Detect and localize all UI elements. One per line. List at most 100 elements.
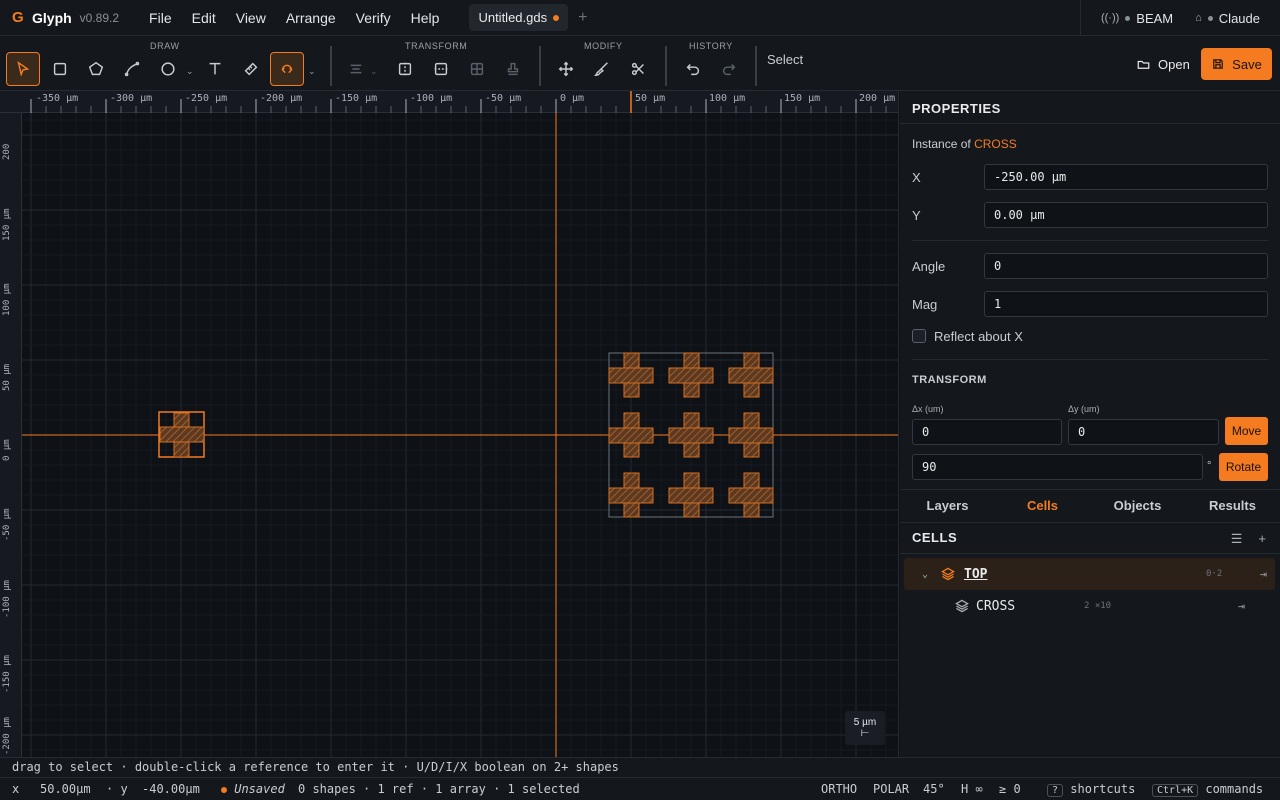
mag-label: Mag [912, 297, 938, 312]
flip-vertical-button[interactable] [424, 52, 458, 86]
ruler-tick-label: -150 µm [2, 655, 12, 693]
cut-tool-button[interactable] [621, 52, 655, 86]
h-setting[interactable]: H ∞ [961, 782, 983, 796]
select-tool-button[interactable] [6, 52, 40, 86]
cursor-x-label: x [12, 782, 20, 796]
file-tab[interactable]: Untitled.gds [469, 4, 569, 31]
paint-tool-button[interactable] [585, 52, 619, 86]
save-button[interactable]: Save [1201, 48, 1272, 80]
canvas-drawing[interactable] [0, 91, 899, 757]
stamp-tool-button[interactable] [496, 52, 530, 86]
grid-icon [470, 62, 484, 76]
rectangle-icon [53, 62, 67, 76]
dy-field[interactable]: 0 [1068, 419, 1219, 445]
text-tool-button[interactable] [198, 52, 232, 86]
flip-vertical-icon [434, 62, 448, 76]
divider [900, 553, 1280, 554]
cell-row-cross[interactable]: CROSS 2 ×10 ⇥ [904, 590, 1275, 622]
shortcuts-hint[interactable]: ? shortcuts [1047, 782, 1135, 797]
enter-cell-icon[interactable]: ⇥ [1238, 599, 1245, 613]
layout-canvas[interactable]: -350 µm -300 µm -250 µm -200 µm -150 µm … [0, 91, 899, 757]
enter-cell-icon[interactable]: ⇥ [1260, 567, 1267, 581]
path-tool-button[interactable] [115, 52, 149, 86]
broadcast-icon: ((·)) [1100, 12, 1120, 24]
angle-field[interactable]: 0 [984, 253, 1268, 279]
array-tool-button[interactable] [460, 52, 494, 86]
chevron-down-icon[interactable]: ⌄ [308, 66, 316, 77]
claude-status[interactable]: ⌂ Claude [1195, 11, 1260, 26]
chevron-down-icon[interactable]: ⌄ [186, 66, 194, 77]
ortho-toggle[interactable]: ORTHO [821, 782, 857, 796]
main-menu: File Edit View Arrange Verify Help [141, 6, 447, 30]
undo-button[interactable] [676, 52, 710, 86]
save-icon [1213, 59, 1223, 69]
min-setting[interactable]: ≥ 0 [999, 782, 1021, 796]
snap-tool-button[interactable] [270, 52, 304, 86]
menu-edit[interactable]: Edit [184, 6, 224, 30]
cross-shape [608, 427, 654, 444]
reflect-checkbox[interactable] [912, 329, 926, 343]
toolbar-separator [539, 46, 541, 86]
scissors-icon [631, 62, 644, 76]
menu-help[interactable]: Help [403, 6, 448, 30]
chevron-down-icon[interactable]: ⌄ [922, 569, 928, 580]
x-field[interactable]: -250.00 µm [984, 164, 1268, 190]
y-field[interactable]: 0.00 µm [984, 202, 1268, 228]
sort-list-icon[interactable]: ☰ [1231, 531, 1243, 547]
ruler-tick-label: 200 [2, 143, 12, 160]
redo-button[interactable] [712, 52, 746, 86]
chevron-down-icon[interactable]: ⌄ [370, 66, 378, 77]
add-cell-icon[interactable]: + [1258, 531, 1266, 547]
snap-angle[interactable]: 45° [923, 782, 945, 796]
rotate-angle-field[interactable]: 90 [912, 454, 1203, 480]
open-button[interactable]: Open [1127, 49, 1199, 79]
tab-cells[interactable]: Cells [995, 490, 1090, 522]
polygon-tool-button[interactable] [79, 52, 113, 86]
menu-bar: G Glyph v0.89.2 File Edit View Arrange V… [0, 0, 1280, 36]
panel-tabs: Layers Cells Objects Results [900, 490, 1280, 522]
flip-horizontal-button[interactable] [388, 52, 422, 86]
tab-layers[interactable]: Layers [900, 490, 995, 522]
circle-tool-button[interactable] [151, 52, 185, 86]
move-button[interactable]: Move [1225, 417, 1268, 445]
menu-view[interactable]: View [228, 6, 274, 30]
toolbar-separator [665, 46, 667, 86]
polar-toggle[interactable]: POLAR [873, 782, 909, 796]
rotate-button[interactable]: Rotate [1219, 453, 1268, 481]
polygon-icon [88, 61, 104, 76]
move-icon [558, 61, 574, 77]
beam-status[interactable]: ((·)) BEAM [1101, 11, 1173, 26]
align-icon [350, 64, 362, 74]
tab-results[interactable]: Results [1185, 490, 1280, 522]
beam-label: BEAM [1136, 10, 1174, 26]
mag-field[interactable]: 1 [984, 291, 1268, 317]
align-tool-button[interactable] [339, 52, 373, 86]
menu-file[interactable]: File [141, 6, 180, 30]
cross-array[interactable] [608, 352, 774, 518]
cells-actions: ☰ + [1231, 531, 1266, 547]
group-label-history: HISTORY [689, 41, 733, 51]
ruler-top-ticks [30, 91, 887, 113]
rectangle-tool-button[interactable] [43, 52, 77, 86]
scale-indicator: 5 µm ⊢ [845, 711, 885, 745]
menu-arrange[interactable]: Arrange [278, 6, 344, 30]
hint-bar: drag to select · double-click a referenc… [0, 757, 1280, 777]
ruler-tool-button[interactable] [234, 52, 268, 86]
dx-field[interactable]: 0 [912, 419, 1062, 445]
cursor-icon [17, 61, 30, 77]
commands-hint[interactable]: Ctrl+K commands [1152, 782, 1263, 797]
save-state-label: Unsaved [234, 782, 285, 796]
move-tool-button[interactable] [549, 52, 583, 86]
cross-shape [728, 487, 774, 504]
tab-objects[interactable]: Objects [1090, 490, 1185, 522]
toolbar-separator [755, 46, 757, 86]
layers-icon [941, 567, 955, 581]
reflect-label: Reflect about X [934, 329, 1023, 344]
cross-shape [159, 426, 205, 443]
instance-cell-name[interactable]: CROSS [974, 137, 1017, 151]
robot-icon: ⌂ [1195, 12, 1202, 24]
cell-row-top[interactable]: ⌄ TOP 0·2 ⇥ [904, 558, 1275, 590]
plus-icon[interactable]: + [578, 9, 587, 27]
menu-verify[interactable]: Verify [348, 6, 399, 30]
flip-horizontal-icon [398, 62, 412, 76]
